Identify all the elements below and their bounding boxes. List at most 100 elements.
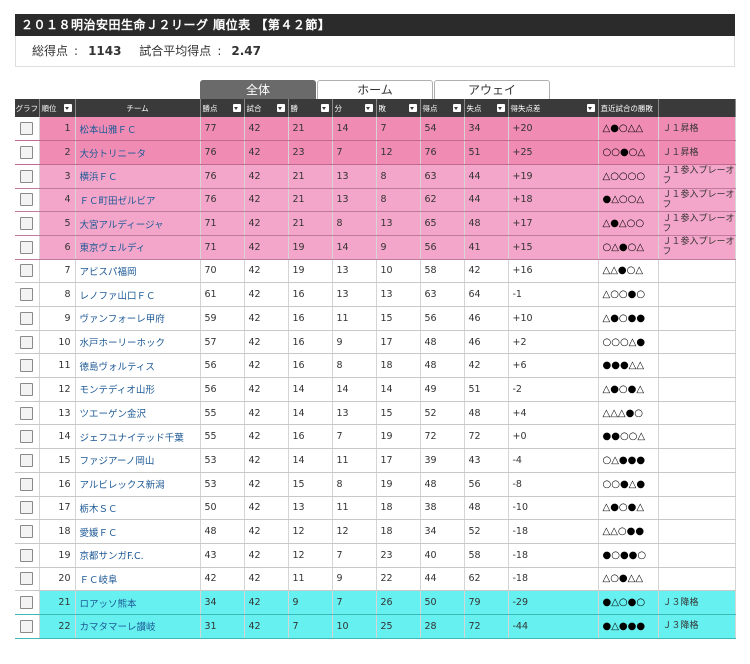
sort-icon[interactable] [452, 104, 461, 112]
team-link[interactable]: 愛媛ＦＣ [75, 519, 201, 544]
wins-cell: 16 [288, 353, 333, 379]
played-cell: 42 [244, 188, 289, 213]
team-link[interactable]: 松本山雅ＦＣ [75, 117, 201, 142]
bar-chart-icon[interactable] [20, 525, 34, 539]
team-link[interactable]: ヴァンフォーレ甲府 [75, 306, 201, 331]
bar-chart-icon[interactable] [20, 501, 34, 515]
recent-results: ●●○○△ [598, 424, 659, 450]
tab-home[interactable]: ホーム [317, 80, 433, 100]
bar-chart-icon[interactable] [20, 146, 34, 160]
team-link[interactable]: ＦＣ町田ゼルビア [75, 188, 201, 213]
points-cell: 43 [200, 543, 245, 568]
rank-cell: 15 [39, 448, 76, 473]
col-goals-for[interactable]: 得点 [420, 99, 465, 117]
team-link[interactable]: アビスパ福岡 [75, 259, 201, 284]
col-draws[interactable]: 分 [332, 99, 377, 117]
team-link[interactable]: 水戸ホーリーホック [75, 330, 201, 355]
goal-diff-cell: +16 [508, 259, 599, 284]
sort-icon[interactable] [408, 104, 417, 112]
played-cell: 42 [244, 567, 289, 592]
bar-chart-icon[interactable] [20, 619, 34, 633]
sort-icon[interactable] [586, 104, 595, 112]
played-cell: 42 [244, 259, 289, 284]
tab-overall[interactable]: 全体 [200, 80, 316, 100]
team-link[interactable]: ＦＣ岐阜 [75, 567, 201, 592]
bar-chart-icon[interactable] [20, 240, 34, 254]
col-goals-against[interactable]: 失点 [464, 99, 509, 117]
team-link[interactable]: 京都サンガF.C. [75, 543, 201, 568]
recent-results: △●○●● [598, 306, 659, 331]
bar-chart-icon[interactable] [20, 122, 34, 136]
sort-icon[interactable] [63, 104, 72, 112]
team-link[interactable]: 大宮アルディージャ [75, 211, 201, 236]
sort-icon[interactable] [320, 104, 329, 112]
goals-against-cell: 43 [464, 448, 509, 473]
team-link[interactable]: レノファ山口ＦＣ [75, 282, 201, 307]
rank-cell: 22 [39, 614, 76, 639]
played-cell: 42 [244, 330, 289, 355]
draws-cell: 8 [332, 211, 377, 236]
team-link[interactable]: アルビレックス新潟 [75, 472, 201, 497]
team-link[interactable]: ジェフユナイテッド千葉 [75, 424, 201, 450]
team-link[interactable]: カマタマーレ讃岐 [75, 614, 201, 639]
graph-cell [15, 472, 40, 497]
tab-away[interactable]: アウェイ [434, 80, 550, 100]
bar-chart-icon[interactable] [20, 311, 34, 325]
bar-chart-icon[interactable] [20, 193, 34, 207]
col-played[interactable]: 試合 [244, 99, 289, 117]
bar-chart-icon[interactable] [20, 572, 34, 586]
wins-cell: 12 [288, 519, 333, 544]
sort-icon[interactable] [276, 104, 285, 112]
losses-cell: 9 [376, 235, 421, 260]
draws-cell: 13 [332, 188, 377, 213]
col-losses[interactable]: 敗 [376, 99, 421, 117]
recent-results: △●△○○ [598, 211, 659, 236]
col-rank[interactable]: 順位 [39, 99, 76, 117]
bar-chart-icon[interactable] [20, 288, 34, 302]
played-cell: 42 [244, 306, 289, 331]
goals-for-cell: 40 [420, 543, 465, 568]
sort-icon[interactable] [232, 104, 241, 112]
bar-chart-icon[interactable] [20, 596, 34, 610]
goals-against-cell: 41 [464, 235, 509, 260]
wins-cell: 15 [288, 472, 333, 497]
team-link[interactable]: ツエーゲン金沢 [75, 401, 201, 426]
graph-cell [15, 496, 40, 521]
bar-chart-icon[interactable] [20, 477, 34, 491]
goal-diff-cell: -8 [508, 472, 599, 497]
sort-icon[interactable] [364, 104, 373, 112]
goal-diff-cell: +17 [508, 211, 599, 236]
col-goal-diff[interactable]: 得失点差 [508, 99, 599, 117]
played-cell: 42 [244, 543, 289, 568]
bar-chart-icon[interactable] [20, 169, 34, 183]
graph-cell [15, 567, 40, 592]
col-wins[interactable]: 勝 [288, 99, 333, 117]
team-link[interactable]: モンテディオ山形 [75, 377, 201, 402]
bar-chart-icon[interactable] [20, 382, 34, 396]
sort-icon[interactable] [496, 104, 505, 112]
team-link[interactable]: ロアッソ熊本 [75, 590, 201, 615]
draws-cell: 10 [332, 614, 377, 639]
bar-chart-icon[interactable] [20, 453, 34, 467]
recent-results: △△○●● [598, 519, 659, 544]
team-link[interactable]: 横浜ＦＣ [75, 164, 201, 189]
bar-chart-icon[interactable] [20, 359, 34, 373]
team-link[interactable]: 栃木ＳＣ [75, 496, 201, 521]
bar-chart-icon[interactable] [20, 217, 34, 231]
points-cell: 56 [200, 353, 245, 379]
team-link[interactable]: 大分トリニータ [75, 140, 201, 165]
bar-chart-icon[interactable] [20, 406, 34, 420]
status-note: Ｊ１参入プレーオフ [658, 188, 736, 213]
status-note: Ｊ１昇格 [658, 140, 736, 165]
col-points[interactable]: 勝点 [200, 99, 245, 117]
team-link[interactable]: 徳島ヴォルティス [75, 353, 201, 379]
graph-cell [15, 519, 40, 544]
bar-chart-icon[interactable] [20, 430, 34, 444]
goal-diff-cell: -18 [508, 519, 599, 544]
bar-chart-icon[interactable] [20, 548, 34, 562]
team-link[interactable]: 東京ヴェルディ [75, 235, 201, 260]
team-link[interactable]: ファジアーノ岡山 [75, 448, 201, 473]
graph-cell [15, 448, 40, 473]
bar-chart-icon[interactable] [20, 335, 34, 349]
bar-chart-icon[interactable] [20, 264, 34, 278]
